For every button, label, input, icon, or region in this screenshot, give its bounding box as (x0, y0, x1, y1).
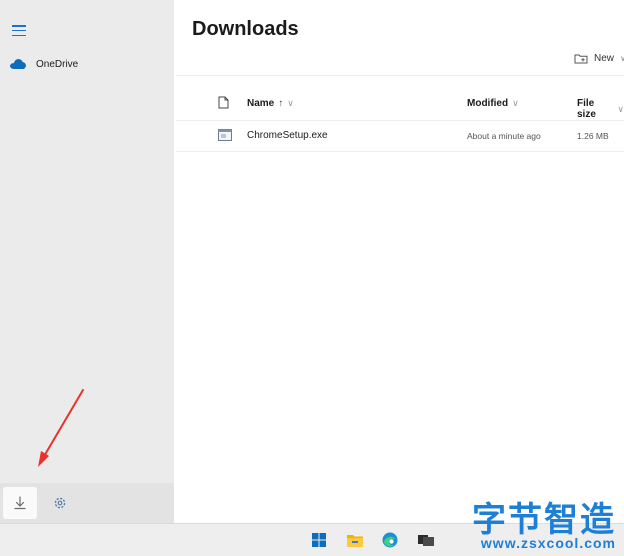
page-title: Downloads (192, 18, 299, 40)
task-view-icon[interactable] (416, 530, 436, 550)
sort-ascending-icon: ↑ (278, 98, 284, 109)
chevron-down-icon: ∨ (617, 103, 624, 114)
file-modified: About a minute ago (467, 131, 541, 141)
toolbar-divider (176, 75, 624, 76)
header-divider (176, 120, 624, 121)
watermark: 字节智造 www.zsxcool.com (444, 492, 624, 556)
new-button-label: New (594, 53, 615, 64)
watermark-chinese-text: 字节智造 (472, 500, 616, 540)
column-header-row: Name ↑ ∨ Modified ∨ File size ∨ (176, 90, 624, 120)
file-explorer-icon[interactable] (345, 530, 365, 550)
file-type-header-icon (218, 96, 229, 109)
row-divider (176, 151, 624, 152)
edge-browser-icon[interactable] (380, 530, 400, 550)
chevron-down-icon: ∨ (512, 98, 519, 108)
column-header-modified[interactable]: Modified ∨ (467, 98, 519, 109)
chevron-down-icon: ∨ (287, 98, 294, 108)
watermark-url: www.zsxcool.com (480, 535, 616, 551)
annotation-arrow (38, 389, 84, 467)
column-header-file-size[interactable]: File size ∨ (577, 98, 624, 120)
chevron-down-icon: ∨ (620, 54, 624, 63)
column-header-name[interactable]: Name ↑ ∨ (247, 98, 294, 109)
windows-start-icon[interactable] (309, 530, 329, 550)
table-row[interactable]: ChromeSetup.exe About a minute ago 1.26 … (176, 123, 624, 149)
file-name: ChromeSetup.exe (247, 130, 328, 141)
exe-file-icon (218, 129, 232, 141)
file-size: 1.26 MB (577, 131, 609, 141)
new-folder-icon (574, 54, 588, 64)
new-button[interactable]: New ∨ (574, 53, 624, 64)
